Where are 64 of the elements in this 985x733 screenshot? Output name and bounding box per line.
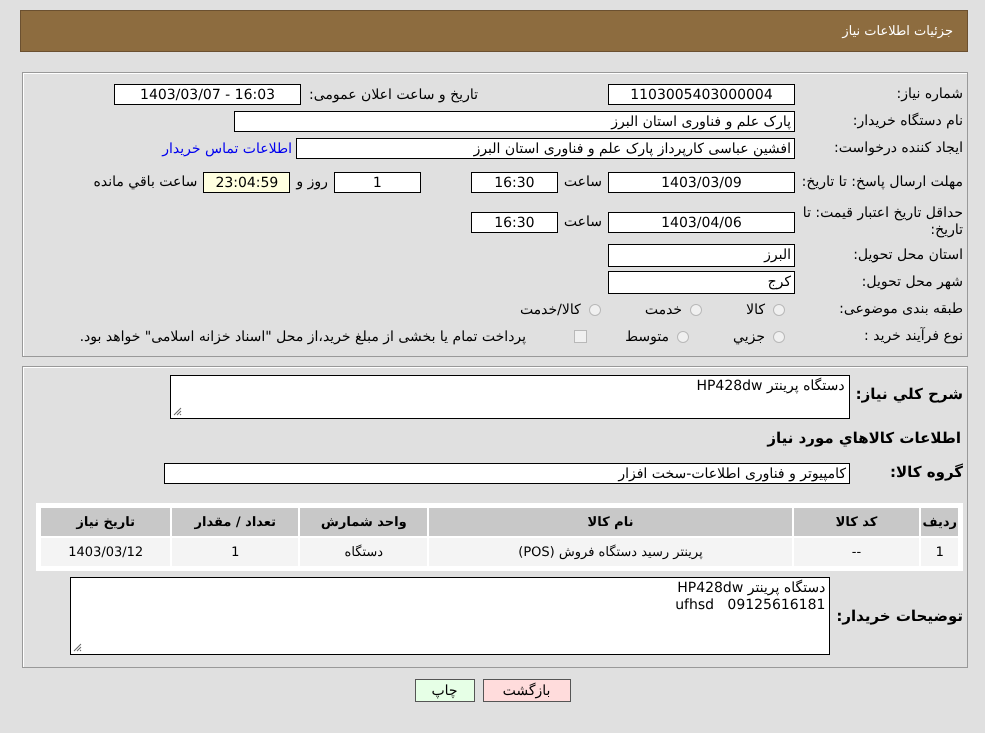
field-label: نوع فرآیند خرید : [863, 328, 964, 345]
page-title: جزئیات اطلاعات نیاز [842, 24, 953, 38]
field-label: شرح کلي نياز: [856, 384, 963, 403]
payment-note: پرداخت تمام یا بخشی از مبلغ خرید،از محل "اسناد خزانه اسلامی" خواهد بود. [80, 328, 526, 344]
field-label: حداقل تاریخ اعتبار قیمت: تا تاریخ: [802, 205, 964, 239]
radio-option[interactable]: خدمت [644, 302, 712, 318]
need-number-field: 1103005403000004 [608, 84, 795, 105]
field-label: نام دستگاه خریدار: [852, 113, 964, 130]
contact-link[interactable]: اطلاعات تماس خریدار [162, 140, 292, 156]
column-header: ردیف [921, 508, 958, 536]
section-heading: اطلاعات کالاهاي مورد نياز [766, 428, 962, 447]
radio-icon[interactable] [690, 304, 702, 316]
time-label: ساعت [564, 214, 602, 230]
table-cell: 1 [921, 538, 958, 566]
days-label: روز و [296, 174, 328, 190]
field-label: استان محل تحویل: [852, 247, 964, 264]
checkbox[interactable] [574, 330, 588, 343]
field-label: شماره نیاز: [896, 86, 964, 103]
notes-text: دستگاه پرینتر HP428dw [677, 580, 826, 597]
province-field: البرز [608, 244, 795, 267]
description-text: دستگاه پرینتر HP428dw [696, 378, 845, 394]
field-label: شهر محل تحویل: [860, 274, 964, 291]
days-field: 1 [334, 172, 421, 192]
table-cell: -- [794, 538, 920, 566]
field-label: گروه کالا: [890, 463, 963, 481]
field-label: مهلت ارسال پاسخ: تا تاریخ: [800, 174, 964, 190]
remaining-time-field: 23:04:59 [203, 172, 290, 192]
field-label: طبقه بندی موضوعی: [838, 301, 964, 318]
table-cell: پرینتر رسید دستگاه فروش (POS) [429, 538, 792, 566]
action-button[interactable]: بازگشت [482, 679, 570, 702]
resize-grip-icon[interactable] [73, 643, 82, 652]
radio-icon[interactable] [773, 330, 785, 342]
radio-option[interactable]: کالا/خدمت [520, 302, 611, 318]
table-cell: دستگاه [300, 538, 428, 566]
radio-icon[interactable] [677, 330, 690, 342]
column-header: واحد شمارش [300, 508, 428, 536]
remaining-label: ساعت باقي مانده [94, 174, 198, 190]
radio-option[interactable]: متوسط [625, 328, 700, 344]
announce-date-field: 1403/03/07 - 16:03 [114, 84, 302, 105]
date-field: 1403/03/09 [608, 172, 795, 192]
time-field: 16:30 [470, 172, 558, 192]
column-header: کد کالا [794, 508, 920, 536]
time-label: ساعت [564, 174, 602, 190]
radio-option[interactable]: کالا [746, 302, 795, 318]
radio-option[interactable]: جزيي [733, 328, 795, 344]
table-cell: 1403/03/12 [41, 538, 170, 566]
action-button[interactable]: چاپ [414, 679, 474, 702]
field-label: ایجاد کننده درخواست: [833, 140, 964, 157]
field-label: تاریخ و ساعت اعلان عمومی: [309, 86, 478, 102]
radio-icon[interactable] [773, 304, 785, 316]
creator-field: افشین عباسی کارپرداز پارک علم و فناوری استان البرز [296, 138, 795, 159]
city-field: کرج [608, 271, 795, 294]
table-cell: 1 [172, 538, 298, 566]
field-label: توضیحات خریدار: [836, 606, 963, 625]
date-field: 1403/04/06 [608, 212, 795, 232]
group-field: کامپیوتر و فناوری اطلاعات-سخت افزار [164, 463, 850, 484]
buyer-field: پارک علم و فناوری استان البرز [234, 111, 795, 132]
column-header: تاریخ نیاز [41, 508, 170, 536]
notes-text: 09125616181 ufhsd [675, 597, 826, 614]
column-header: تعداد / مقدار [172, 508, 298, 536]
column-header: نام کالا [429, 508, 792, 536]
radio-icon[interactable] [588, 304, 601, 316]
resize-grip-icon[interactable] [172, 407, 182, 416]
time-field: 16:30 [470, 212, 558, 232]
